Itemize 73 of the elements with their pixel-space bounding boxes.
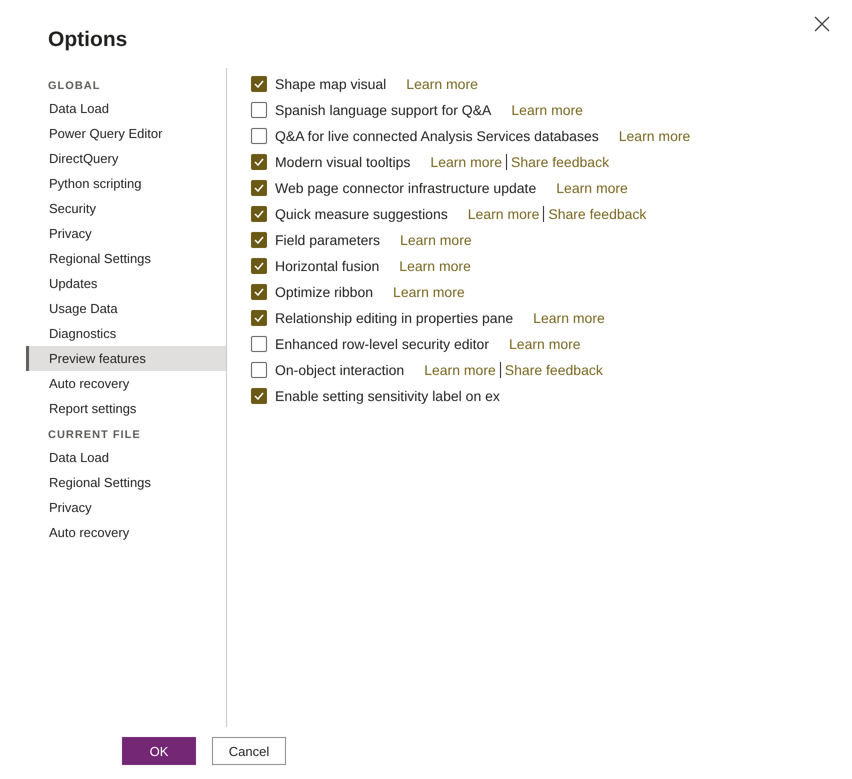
checkmark-icon xyxy=(254,288,264,296)
cancel-button[interactable]: Cancel xyxy=(212,737,286,765)
sidebar-item[interactable]: Data Load xyxy=(26,445,226,470)
checkbox[interactable] xyxy=(251,362,267,378)
sidebar-item[interactable]: Usage Data xyxy=(26,296,226,321)
feature-label: Optimize ribbon xyxy=(275,284,374,300)
feature-link[interactable]: Learn more xyxy=(402,76,482,92)
sidebar-item[interactable]: Python scripting xyxy=(26,171,226,196)
ok-button[interactable]: OK xyxy=(122,737,196,765)
checkbox[interactable] xyxy=(251,388,267,404)
sidebar-item[interactable]: Security xyxy=(26,196,226,221)
checkbox[interactable] xyxy=(251,232,267,248)
feature-link[interactable]: Share feedback xyxy=(543,206,650,222)
sidebar-item[interactable]: Preview features xyxy=(26,346,226,371)
checkbox[interactable] xyxy=(251,128,267,144)
sidebar-item[interactable]: Updates xyxy=(26,271,226,296)
sidebar-item[interactable]: Auto recovery xyxy=(26,371,226,396)
sidebar-item[interactable]: Privacy xyxy=(26,221,226,246)
sidebar-item[interactable]: Privacy xyxy=(26,495,226,520)
feature-link[interactable]: Learn more xyxy=(614,128,694,144)
checkmark-icon xyxy=(254,262,264,270)
sidebar-item[interactable]: Data Load xyxy=(26,96,226,121)
feature-link[interactable]: Share feedback xyxy=(500,362,607,378)
feature-link[interactable]: Share feedback xyxy=(506,154,614,170)
feature-link[interactable]: Learn more xyxy=(389,284,469,300)
feature-link[interactable]: Learn more xyxy=(507,102,587,118)
feature-link[interactable]: Learn more xyxy=(426,154,506,170)
checkbox[interactable] xyxy=(251,102,267,118)
checkmark-icon xyxy=(254,314,264,322)
feature-link[interactable]: Learn more xyxy=(396,232,476,248)
feature-label: Web page connector infrastructure update xyxy=(275,180,536,196)
feature-link[interactable]: Learn more xyxy=(395,258,475,274)
feature-label: Quick measure suggestions xyxy=(275,206,448,222)
feature-label: Field parameters xyxy=(275,232,380,248)
checkmark-icon xyxy=(254,80,264,88)
section-heading: GLOBAL xyxy=(47,79,102,94)
checkmark-icon xyxy=(254,210,264,218)
window-title: Options xyxy=(48,28,128,52)
feature-link[interactable]: Learn more xyxy=(464,206,544,222)
checkbox[interactable] xyxy=(251,258,267,274)
sidebar-item[interactable]: DirectQuery xyxy=(26,146,226,171)
feature-link[interactable]: Learn more xyxy=(529,310,609,326)
feature-label: Spanish language support for Q&A xyxy=(275,102,492,118)
checkbox[interactable] xyxy=(251,154,267,170)
feature-label: Shape map visual xyxy=(275,76,386,92)
sidebar-item[interactable]: Report settings xyxy=(26,396,226,421)
sidebar-item[interactable]: Regional Settings xyxy=(26,246,226,271)
checkmark-icon xyxy=(254,158,264,166)
feature-label: Enhanced row-level security editor xyxy=(275,336,489,352)
feature-label: Enable setting sensitivity label on ex xyxy=(275,388,500,404)
sidebar-item[interactable]: Power Query Editor xyxy=(26,121,226,146)
checkmark-icon xyxy=(254,184,264,192)
sidebar-item[interactable]: Regional Settings xyxy=(26,470,226,495)
feature-label: On-object interaction xyxy=(275,362,404,378)
checkbox[interactable] xyxy=(251,76,267,92)
checkbox[interactable] xyxy=(251,336,267,352)
feature-label: Modern visual tooltips xyxy=(275,154,410,170)
feature-label: Horizontal fusion xyxy=(275,258,380,274)
feature-label: Relationship editing in properties pane xyxy=(275,310,514,326)
checkbox[interactable] xyxy=(251,206,267,222)
checkbox[interactable] xyxy=(251,310,267,326)
checkmark-icon xyxy=(254,236,264,244)
checkbox[interactable] xyxy=(251,284,267,300)
checkmark-icon xyxy=(254,392,264,400)
sidebar-item[interactable]: Auto recovery xyxy=(26,520,226,545)
checkbox[interactable] xyxy=(251,180,267,196)
section-heading: CURRENT FILE xyxy=(47,428,142,443)
close-icon[interactable] xyxy=(812,14,832,34)
feature-link[interactable]: Learn more xyxy=(420,362,500,378)
feature-link[interactable]: Learn more xyxy=(552,180,632,196)
feature-link[interactable]: Learn more xyxy=(505,336,585,352)
sidebar-item[interactable]: Diagnostics xyxy=(26,321,226,346)
feature-label: Q&A for live connected Analysis Services databases xyxy=(275,128,599,144)
